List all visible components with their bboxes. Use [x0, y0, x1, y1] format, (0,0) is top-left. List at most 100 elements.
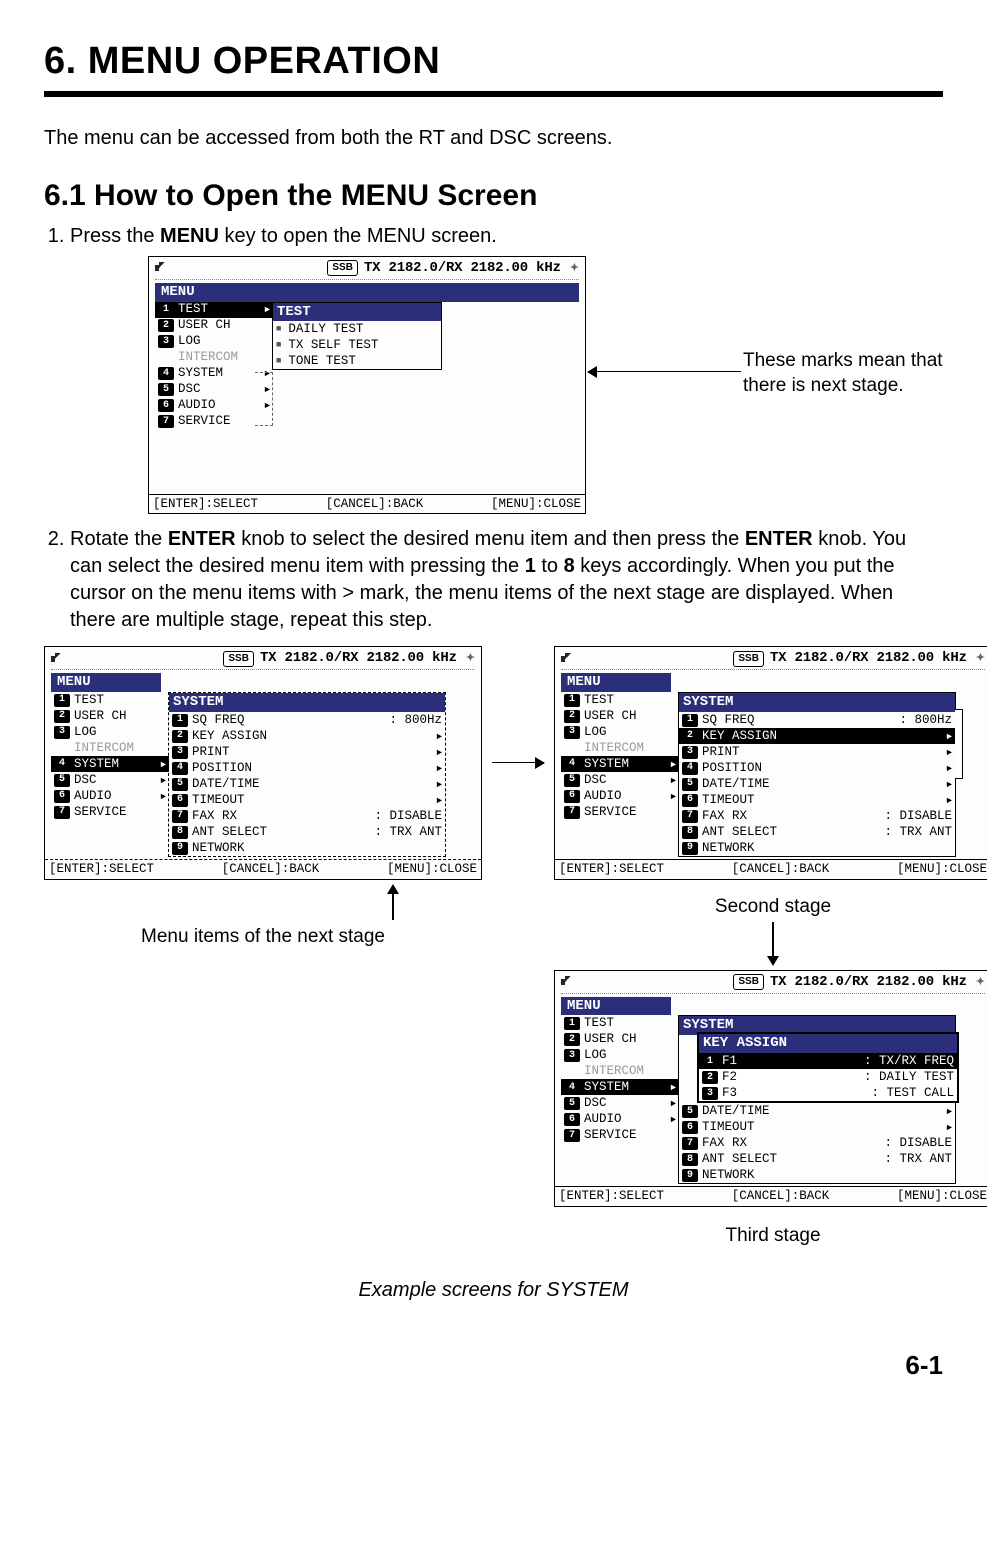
submenu-tail[interactable]: 5DATE/TIME6TIMEOUT7FAX RX: DISABLE8ANT S… — [679, 1103, 955, 1183]
menu-item[interactable]: 5DATE/TIME — [679, 776, 955, 792]
num-badge: 2 — [158, 319, 174, 332]
chevron-right-icon — [437, 792, 442, 809]
menu-item-label: USER CH — [584, 708, 637, 725]
menu-item[interactable]: 1TEST — [561, 692, 679, 708]
submenu-item[interactable]: ■DAILY TEST — [273, 321, 441, 337]
menu-item[interactable]: 6TIMEOUT — [679, 792, 955, 808]
menu-item[interactable]: 5DATE/TIME — [679, 1103, 955, 1119]
menu-item-label: TEST — [584, 1015, 614, 1032]
menu-item[interactable]: 5DSC — [51, 772, 169, 788]
menu-item[interactable]: 2F2: DAILY TEST — [699, 1069, 957, 1085]
submenu-list[interactable]: 1SQ FREQ: 800Hz2KEY ASSIGN3PRINT4POSITIO… — [679, 712, 955, 856]
menu-item-label: TIMEOUT — [192, 792, 245, 809]
menu-item-value: : TRX ANT — [884, 824, 952, 841]
chevron-right-icon — [671, 1111, 676, 1128]
num-badge: 7 — [158, 415, 174, 428]
submenu-list[interactable]: ■DAILY TEST■TX SELF TEST■TONE TEST — [273, 321, 441, 369]
menu-item-label: PRINT — [702, 744, 740, 761]
menu-header: MENU — [51, 673, 161, 692]
num-badge: 1 — [564, 1017, 580, 1030]
menu-item[interactable]: 2 USER CH — [155, 318, 273, 334]
submenu-item[interactable]: ■TX SELF TEST — [273, 337, 441, 353]
menu-item[interactable]: INTERCOM — [561, 740, 679, 756]
menu-item[interactable]: 6AUDIO — [51, 788, 169, 804]
menu-item[interactable]: 7SERVICE — [561, 804, 679, 820]
num-badge: 6 — [564, 1113, 580, 1126]
main-menu-list[interactable]: 1TEST2USER CH3LOGINTERCOM4SYSTEM5DSC6AUD… — [51, 692, 169, 820]
menu-item-label: ANT SELECT — [702, 1151, 777, 1168]
menu-item[interactable]: 6AUDIO — [561, 788, 679, 804]
menu-item[interactable]: 2KEY ASSIGN — [169, 728, 445, 744]
menu-item[interactable]: 4SYSTEM — [51, 756, 169, 772]
menu-item[interactable]: 1SQ FREQ: 800Hz — [169, 712, 445, 728]
menu-item[interactable]: INTERCOM — [155, 350, 273, 366]
menu-item[interactable]: 7SERVICE — [51, 804, 169, 820]
menu-item[interactable]: 1TEST — [51, 692, 169, 708]
menu-item[interactable]: 1TEST — [155, 302, 273, 318]
menu-item-label: SERVICE — [74, 804, 127, 821]
chevron-right-icon — [161, 788, 166, 805]
submenu-list[interactable]: 1SQ FREQ: 800Hz2KEY ASSIGN3PRINT4POSITIO… — [169, 712, 445, 856]
menu-item[interactable]: 7FAX RX: DISABLE — [679, 808, 955, 824]
menu-item[interactable]: 1F1: TX/RX FREQ — [699, 1053, 957, 1069]
menu-item[interactable]: 1 TEST — [561, 1015, 679, 1031]
menu-item[interactable]: 4SYSTEM — [561, 1079, 679, 1095]
menu-item[interactable]: 9NETWORK — [679, 1167, 955, 1183]
menu-item[interactable]: 4POSITION — [169, 760, 445, 776]
menu-item[interactable]: 7SERVICE — [561, 1127, 679, 1143]
menu-item[interactable]: 7FAX RX: DISABLE — [679, 1135, 955, 1151]
menu-item[interactable]: 3PRINT — [679, 744, 955, 760]
bullet-icon: ■ — [276, 323, 281, 335]
menu-item[interactable]: 3LOG — [561, 1047, 679, 1063]
chevron-right-icon — [161, 756, 166, 773]
menu-item-value: : TRX ANT — [374, 824, 442, 841]
menu-item-label: SERVICE — [178, 413, 231, 430]
step1-b: key to open the MENU screen. — [219, 225, 497, 247]
num-badge: 1 — [702, 1055, 718, 1068]
menu-item-label: INTERCOM — [584, 740, 644, 757]
menu-item[interactable]: 5DATE/TIME — [169, 776, 445, 792]
submenu-item[interactable]: ■TONE TEST — [273, 353, 441, 369]
menu-item-label: USER CH — [178, 317, 231, 334]
chevron-right-icon — [671, 1079, 676, 1096]
speaker-icon — [561, 976, 577, 988]
menu-item[interactable]: 3LOG — [51, 724, 169, 740]
menu-item[interactable]: 2USER CH — [51, 708, 169, 724]
menu-item[interactable]: 4POSITION — [679, 760, 955, 776]
chevron-right-icon — [947, 728, 952, 745]
menu-item[interactable]: 3F3: TEST CALL — [699, 1085, 957, 1101]
menu-item-value: : DISABLE — [374, 808, 442, 825]
menu-item[interactable]: 4SYSTEM — [561, 756, 679, 772]
menu-item[interactable]: 5DSC — [561, 772, 679, 788]
hint-enter: [ENTER]:SELECT — [153, 496, 258, 513]
menu-item[interactable]: 8ANT SELECT: TRX ANT — [679, 824, 955, 840]
chevron-right-icon — [437, 744, 442, 761]
menu-item[interactable]: 6AUDIO — [561, 1111, 679, 1127]
menu-item[interactable]: 9NETWORK — [679, 840, 955, 856]
menu-item[interactable]: 1SQ FREQ: 800Hz — [679, 712, 955, 728]
menu-item[interactable]: 7FAX RX: DISABLE — [169, 808, 445, 824]
menu-item[interactable]: 8ANT SELECT: TRX ANT — [169, 824, 445, 840]
chevron-right-icon — [947, 760, 952, 777]
menu-item[interactable]: 3PRINT — [169, 744, 445, 760]
main-menu-list[interactable]: 1TEST2USER CH3LOGINTERCOM4SYSTEM5DSC6AUD… — [561, 692, 679, 820]
third-stage-popup[interactable]: KEY ASSIGN 1F1: TX/RX FREQ2F2: DAILY TES… — [697, 1032, 959, 1103]
menu-item-label: SYSTEM — [74, 756, 119, 773]
menu-item[interactable]: INTERCOM — [561, 1063, 679, 1079]
menu-item[interactable]: 6TIMEOUT — [679, 1119, 955, 1135]
main-menu-list[interactable]: 1 TEST2USER CH3LOGINTERCOM4SYSTEM5DSC6AUD… — [561, 1015, 679, 1143]
menu-item[interactable]: 9NETWORK — [169, 840, 445, 856]
menu-item[interactable]: 3LOG — [155, 334, 273, 350]
menu-item-label: NETWORK — [192, 840, 245, 857]
busy-icon — [973, 649, 985, 668]
menu-item[interactable]: 8ANT SELECT: TRX ANT — [679, 1151, 955, 1167]
menu-item[interactable]: INTERCOM — [51, 740, 169, 756]
menu-item-label: FAX RX — [192, 808, 237, 825]
menu-item[interactable]: 3LOG — [561, 724, 679, 740]
menu-item[interactable]: 2KEY ASSIGN — [679, 728, 955, 744]
menu-item[interactable]: 5DSC — [561, 1095, 679, 1111]
menu-item[interactable]: 6TIMEOUT — [169, 792, 445, 808]
menu-item-label: SYSTEM — [584, 756, 629, 773]
menu-item[interactable]: 2USER CH — [561, 1031, 679, 1047]
menu-item[interactable]: 2USER CH — [561, 708, 679, 724]
